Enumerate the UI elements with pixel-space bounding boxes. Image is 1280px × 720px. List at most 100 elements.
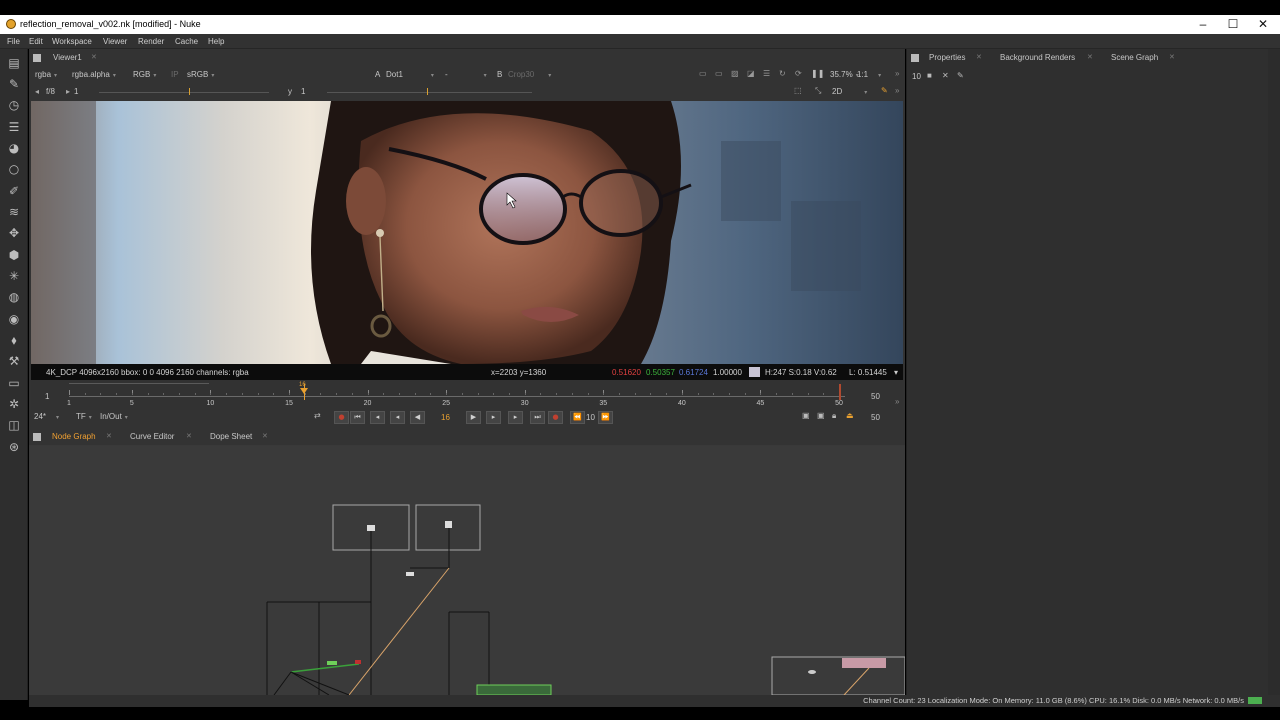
ofx-nodes-icon[interactable]: ◫ [6, 417, 22, 433]
fstop-value[interactable]: f/8 [46, 87, 55, 96]
roi-icon[interactable]: ▭ [699, 69, 707, 78]
timeline-end-frame[interactable]: 50 [871, 392, 880, 401]
channel-nodes-icon[interactable]: ☰ [6, 119, 22, 135]
furnace-nodes-icon[interactable]: ✲ [6, 396, 22, 412]
close-tab-icon[interactable]: ✕ [1087, 53, 1093, 61]
input-a-select[interactable]: Dot1 ▾ [386, 70, 434, 79]
skip-back-button[interactable]: ⏪ [570, 411, 585, 424]
time-nodes-icon[interactable]: ◷ [6, 97, 22, 113]
info-expand-icon[interactable]: ▾ [894, 368, 898, 377]
draw-nodes-icon[interactable]: ✎ [6, 76, 22, 92]
menu-render[interactable]: Render [138, 37, 164, 46]
panel-menu-icon[interactable] [33, 54, 41, 62]
proxy-icon[interactable]: ▭ [715, 69, 723, 78]
skip-forward-button[interactable]: ⏩ [598, 411, 613, 424]
tab-node-graph[interactable]: Node Graph [52, 432, 96, 441]
zoom-select[interactable]: 35.7% ▾ [830, 70, 859, 79]
mask-overlay-icon[interactable]: ▨ [731, 69, 739, 78]
go-to-end-button[interactable]: ⏭ [530, 411, 545, 424]
ip-toggle[interactable]: IP [171, 70, 179, 79]
bookmark-icon[interactable]: ⏏ [846, 411, 854, 420]
pause-icon[interactable]: ❚❚ [811, 69, 824, 78]
panel-menu-icon[interactable] [911, 54, 919, 62]
lock-properties-icon[interactable]: ■ [927, 71, 932, 80]
right-edge-scrollbar[interactable] [1268, 49, 1280, 695]
viewer-lut-select[interactable]: sRGB ▾ [187, 70, 214, 79]
gamma-slider-handle[interactable] [427, 88, 428, 95]
tab-background-renders[interactable]: Background Renders [1000, 53, 1075, 62]
menu-file[interactable]: File [7, 37, 20, 46]
previous-frame-button[interactable]: ◂ [390, 411, 405, 424]
current-frame-field[interactable]: 16 [441, 413, 450, 422]
autoupdate-icon[interactable]: ⟳ [795, 69, 802, 78]
timeline[interactable]: 1 1 5 10 15 20 25 30 35 40 45 50 16 50 » [31, 380, 903, 410]
flipbook-icon[interactable]: ▣ [802, 411, 810, 420]
gain-slider[interactable] [99, 92, 269, 93]
next-frame-button[interactable]: ▸ [486, 411, 501, 424]
panel-menu-icon[interactable] [33, 433, 41, 441]
tab-curve-editor[interactable]: Curve Editor [130, 432, 174, 441]
viewer-image[interactable] [31, 101, 903, 364]
record-in-button[interactable]: ● [334, 411, 349, 424]
close-tab-icon[interactable]: ✕ [1169, 53, 1175, 61]
tab-properties[interactable]: Properties [929, 53, 965, 62]
gain-slider-handle[interactable] [189, 88, 190, 95]
render-icon[interactable]: ▣ [817, 411, 825, 420]
record-out-button[interactable]: ● [548, 411, 563, 424]
keyer-nodes-icon[interactable]: ✐ [6, 183, 22, 199]
paint-brush-icon[interactable]: ✎ [881, 86, 888, 95]
range-mode-select[interactable]: In/Out ▾ [100, 412, 128, 421]
next-keyframe-button[interactable]: ▸ [508, 411, 523, 424]
toolsets-icon[interactable]: ⚒ [6, 353, 22, 369]
timeline-expand-icon[interactable]: » [895, 397, 899, 406]
timeline-start-frame[interactable]: 1 [45, 392, 49, 401]
close-tab-icon[interactable]: ✕ [186, 432, 192, 440]
frame-increment-field[interactable]: 10 [586, 413, 595, 422]
close-button[interactable]: ✕ [1248, 16, 1278, 32]
alpha-channel-select[interactable]: rgba.alpha ▾ [72, 70, 116, 79]
menu-viewer[interactable]: Viewer [103, 37, 127, 46]
out-point-marker[interactable] [839, 384, 841, 400]
metadata-nodes-icon[interactable]: ⬧ [6, 332, 22, 348]
viewer-options2-chevron-icon[interactable]: » [895, 86, 899, 95]
menu-edit[interactable]: Edit [29, 37, 43, 46]
previous-keyframe-button[interactable]: ◂ [370, 411, 385, 424]
play-forward-button[interactable]: ▶ [466, 411, 481, 424]
playhead-marker-icon[interactable] [300, 388, 308, 394]
close-tab-icon[interactable]: ✕ [106, 432, 112, 440]
menu-help[interactable]: Help [208, 37, 224, 46]
timeline-track[interactable] [69, 396, 845, 397]
fstop-right-arrow-icon[interactable]: ▸ [66, 87, 70, 96]
gamma-value[interactable]: 1 [301, 87, 305, 96]
compare-mode-select[interactable]: - ▾ [445, 70, 487, 79]
wipe-icon[interactable]: ☰ [763, 69, 770, 78]
other-nodes-icon[interactable]: ▭ [6, 375, 22, 391]
view-mode-select[interactable]: 2D ▾ [832, 87, 867, 96]
transform-nodes-icon[interactable]: ✥ [6, 225, 22, 241]
close-tab-icon[interactable]: ✕ [976, 53, 982, 61]
views-nodes-icon[interactable]: ◉ [6, 311, 22, 327]
tab-scene-graph[interactable]: Scene Graph [1111, 53, 1158, 62]
node-graph-canvas[interactable] [29, 446, 905, 695]
refresh-icon[interactable]: ↻ [779, 69, 786, 78]
ratio-select[interactable]: 1:1 ▾ [857, 70, 881, 79]
deep-nodes-icon[interactable]: ◍ [6, 289, 22, 305]
particles-nodes-icon[interactable]: ✳ [6, 268, 22, 284]
edit-properties-icon[interactable]: ✎ [957, 71, 964, 80]
menu-cache[interactable]: Cache [175, 37, 198, 46]
loop-mode-icon[interactable]: ⇄ [314, 411, 321, 420]
play-backward-button[interactable]: ◀ [410, 411, 425, 424]
clear-properties-icon[interactable]: ✕ [942, 71, 949, 80]
image-nodes-icon[interactable]: ▤ [6, 55, 22, 71]
viewer-options-chevron-icon[interactable]: » [895, 69, 899, 78]
gamma-slider[interactable] [327, 92, 532, 93]
merge-nodes-icon[interactable]: ≋ [6, 204, 22, 220]
close-tab-icon[interactable]: ✕ [91, 53, 97, 61]
tf-select[interactable]: TF ▾ [76, 412, 92, 421]
go-to-start-button[interactable]: ⏮ [350, 411, 365, 424]
minimize-button[interactable]: – [1188, 16, 1218, 32]
fps-select[interactable]: 24* ▾ [34, 412, 59, 421]
input-b-select[interactable]: Crop30 ▾ [508, 70, 551, 79]
max-panels-field[interactable]: 10 [912, 72, 921, 81]
clipping-icon[interactable]: ◪ [747, 69, 755, 78]
